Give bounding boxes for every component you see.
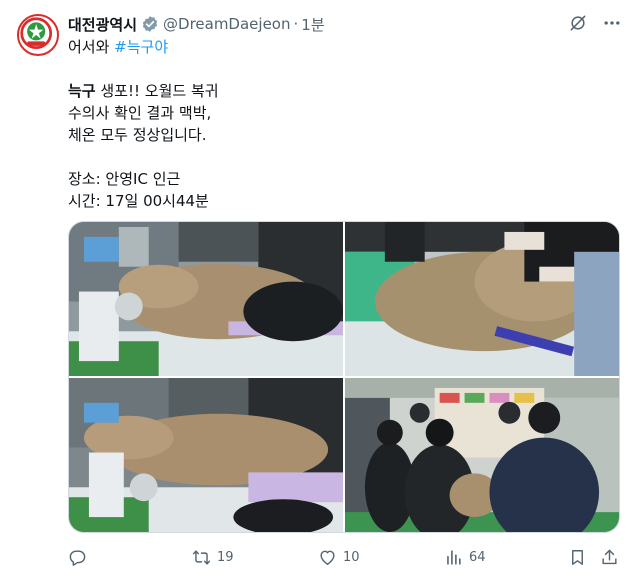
like-button[interactable]: 10 bbox=[318, 548, 360, 567]
tweet-line-2-text: 생포!! 오월드 복귀 bbox=[95, 82, 219, 100]
tweet-line-3: 수의사 확인 결과 맥박, bbox=[68, 104, 212, 122]
share-button[interactable] bbox=[600, 548, 619, 567]
action-bar: 19 10 64 bbox=[68, 545, 626, 569]
bookmark-button[interactable] bbox=[568, 548, 587, 567]
views-count: 64 bbox=[469, 549, 486, 565]
views-icon bbox=[447, 549, 461, 565]
tweet-line-2: 늑구 생포!! 오월드 복귀 bbox=[68, 80, 620, 102]
timestamp[interactable]: 1분 bbox=[301, 14, 324, 35]
photo-3[interactable] bbox=[69, 378, 343, 532]
handle[interactable]: @DreamDaejeon bbox=[163, 15, 290, 33]
photo-2[interactable] bbox=[345, 222, 619, 376]
daejeon-logo-icon bbox=[19, 16, 53, 50]
tweet-text: 어서와 #늑구야 늑구 생포!! 오월드 복귀 수의사 확인 결과 맥박, 체온… bbox=[68, 36, 620, 212]
more-options-icon[interactable] bbox=[602, 13, 622, 33]
bookmark-icon bbox=[572, 549, 583, 565]
tweet-line-6: 시간: 17일 00시44분 bbox=[68, 192, 209, 210]
tweet-line-1: 어서와 #늑구야 bbox=[68, 36, 620, 58]
retweet-button[interactable]: 19 bbox=[192, 548, 234, 567]
separator-dot: · bbox=[293, 15, 299, 33]
photo-4[interactable] bbox=[345, 378, 619, 532]
tweet-line-1-text: 어서와 bbox=[68, 38, 115, 56]
share-icon bbox=[602, 549, 617, 564]
photo-1[interactable] bbox=[69, 222, 343, 376]
tweet-line-4: 체온 모두 정상입니다. bbox=[68, 126, 207, 144]
wolf-on-table-image bbox=[69, 222, 343, 376]
retweet-count: 19 bbox=[217, 549, 234, 565]
retweet-icon bbox=[192, 549, 211, 565]
avatar[interactable] bbox=[17, 14, 59, 56]
grok-icon[interactable] bbox=[568, 13, 588, 33]
media-grid bbox=[68, 221, 620, 533]
wolf-side-view-image bbox=[69, 378, 343, 532]
tweet-bold-word: 늑구 bbox=[68, 82, 96, 100]
tweet-line-5: 장소: 안영IC 인근 bbox=[68, 170, 181, 188]
verified-badge-icon[interactable] bbox=[141, 15, 159, 33]
like-count: 10 bbox=[343, 549, 360, 565]
views-button[interactable]: 64 bbox=[444, 548, 486, 567]
wolf-examination-image bbox=[345, 222, 619, 376]
hashtag-link[interactable]: #늑구야 bbox=[114, 38, 168, 56]
reply-icon bbox=[69, 549, 86, 566]
tweet-header: 대전광역시 @DreamDaejeon · 1분 bbox=[68, 13, 630, 35]
heart-icon bbox=[320, 550, 335, 565]
vets-around-wolf-image bbox=[345, 378, 619, 532]
reply-button[interactable] bbox=[68, 548, 93, 567]
display-name[interactable]: 대전광역시 bbox=[68, 14, 137, 35]
